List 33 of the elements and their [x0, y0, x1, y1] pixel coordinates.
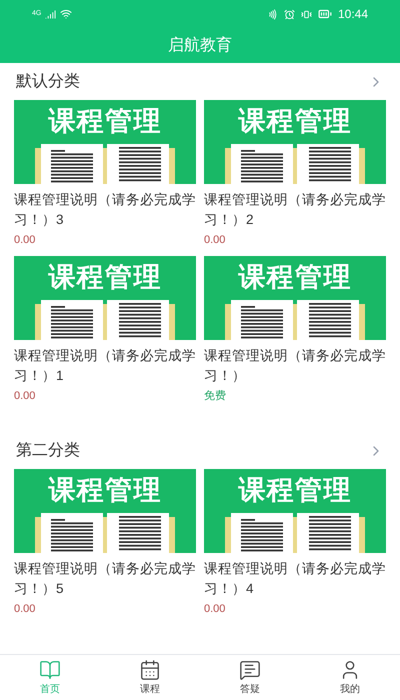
message-icon [239, 659, 261, 681]
course-price: 0.00 [14, 389, 36, 404]
thumbnail-title: 课程管理 [48, 474, 162, 507]
course-price: 0.00 [204, 602, 226, 617]
section-title: 第二分类 [16, 440, 80, 460]
course-title[interactable]: 课程管理说明（请务必完成学习！） [204, 346, 386, 386]
course-price: 0.00 [14, 233, 36, 248]
course-title[interactable]: 课程管理说明（请务必完成学习！）3 [14, 190, 196, 230]
alarm-icon [284, 8, 295, 20]
thumbnail-title: 课程管理 [238, 261, 352, 294]
battery-icon [318, 7, 332, 21]
book-icon [39, 659, 61, 681]
tab-bar-item[interactable]: 课程 [100, 655, 200, 700]
nfc-icon [266, 8, 278, 20]
section-title: 默认分类 [16, 72, 80, 92]
course-title[interactable]: 课程管理说明（请务必完成学习！）4 [204, 559, 386, 599]
course-price: 0.00 [14, 602, 36, 617]
thumbnail-title: 课程管理 [238, 105, 352, 138]
course-title[interactable]: 课程管理说明（请务必完成学习！）5 [14, 559, 196, 599]
tab-bar-item[interactable]: 答疑 [200, 655, 300, 700]
signal-icon [45, 8, 56, 20]
course-price: 免费 [204, 389, 227, 404]
header-title: 启航教育 [168, 35, 232, 56]
vibrate-icon [300, 8, 312, 20]
tab-bar-item[interactable]: 我的 [300, 655, 400, 700]
thumbnail-title: 课程管理 [48, 261, 162, 294]
clock-time: 10:44 [338, 6, 368, 23]
course-price: 0.00 [204, 233, 226, 248]
course-title[interactable]: 课程管理说明（请务必完成学习！）2 [204, 190, 386, 230]
thumbnail-title: 课程管理 [48, 105, 162, 138]
calendar-icon [139, 659, 161, 681]
thumbnail-title: 课程管理 [238, 474, 352, 507]
course-title[interactable]: 课程管理说明（请务必完成学习！）1 [14, 346, 196, 386]
